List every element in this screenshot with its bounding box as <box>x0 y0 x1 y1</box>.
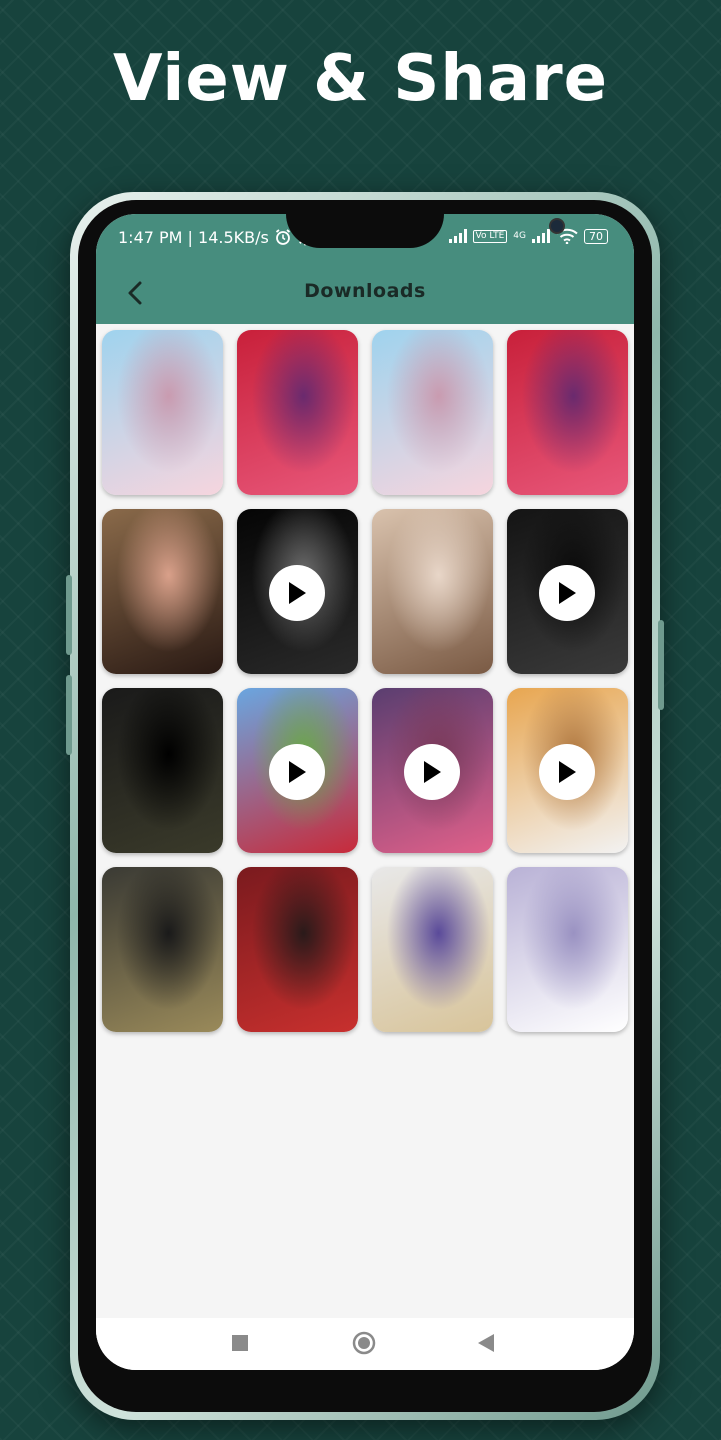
image-thumbnail[interactable] <box>372 330 493 495</box>
play-icon <box>559 582 576 604</box>
phone-screen: 1:47 PM | 14.5KB/s Vo LTE 4G 70 Download… <box>96 214 634 1370</box>
image-thumbnail[interactable] <box>372 509 493 674</box>
square-icon <box>232 1335 248 1351</box>
battery-icon: 70 <box>584 228 608 244</box>
status-icons: Vo LTE 4G 70 <box>448 228 608 244</box>
signal-icon <box>532 229 550 243</box>
image-thumbnail[interactable] <box>507 867 628 1032</box>
network-type: 4G <box>513 230 526 241</box>
image-thumbnail[interactable] <box>102 330 223 495</box>
phone-side-button <box>66 675 72 755</box>
video-thumbnail[interactable] <box>372 688 493 853</box>
camera-notch <box>286 214 565 248</box>
system-nav-bar <box>96 1318 634 1370</box>
volte-badge: Vo LTE <box>472 229 508 243</box>
triangle-left-icon <box>478 1334 494 1352</box>
downloads-grid <box>102 330 628 1032</box>
play-button[interactable] <box>269 744 325 800</box>
play-button[interactable] <box>539 565 595 621</box>
home-button[interactable] <box>352 1331 376 1359</box>
front-camera <box>549 218 565 234</box>
recents-button[interactable] <box>232 1335 248 1355</box>
status-time: 1:47 PM | 14.5KB/s <box>118 228 313 247</box>
video-thumbnail[interactable] <box>237 509 358 674</box>
circle-icon <box>352 1331 376 1355</box>
play-icon <box>289 761 306 783</box>
image-thumbnail[interactable] <box>102 867 223 1032</box>
page-title: Downloads <box>304 280 426 302</box>
image-thumbnail[interactable] <box>102 688 223 853</box>
play-icon <box>424 761 441 783</box>
play-icon <box>559 761 576 783</box>
image-thumbnail[interactable] <box>507 330 628 495</box>
app-bar: Downloads <box>96 262 634 324</box>
image-thumbnail[interactable] <box>237 330 358 495</box>
signal-icon <box>448 229 467 243</box>
image-thumbnail[interactable] <box>372 867 493 1032</box>
phone-side-button <box>66 575 72 655</box>
image-thumbnail[interactable] <box>237 867 358 1032</box>
play-button[interactable] <box>404 744 460 800</box>
video-thumbnail[interactable] <box>507 509 628 674</box>
video-thumbnail[interactable] <box>237 688 358 853</box>
play-icon <box>289 582 306 604</box>
image-thumbnail[interactable] <box>102 509 223 674</box>
headline: View & Share <box>112 42 609 116</box>
play-button[interactable] <box>269 565 325 621</box>
alarm-icon <box>275 229 291 245</box>
phone-power-button <box>658 620 664 710</box>
play-button[interactable] <box>539 744 595 800</box>
video-thumbnail[interactable] <box>507 688 628 853</box>
back-nav-button[interactable] <box>478 1334 494 1356</box>
